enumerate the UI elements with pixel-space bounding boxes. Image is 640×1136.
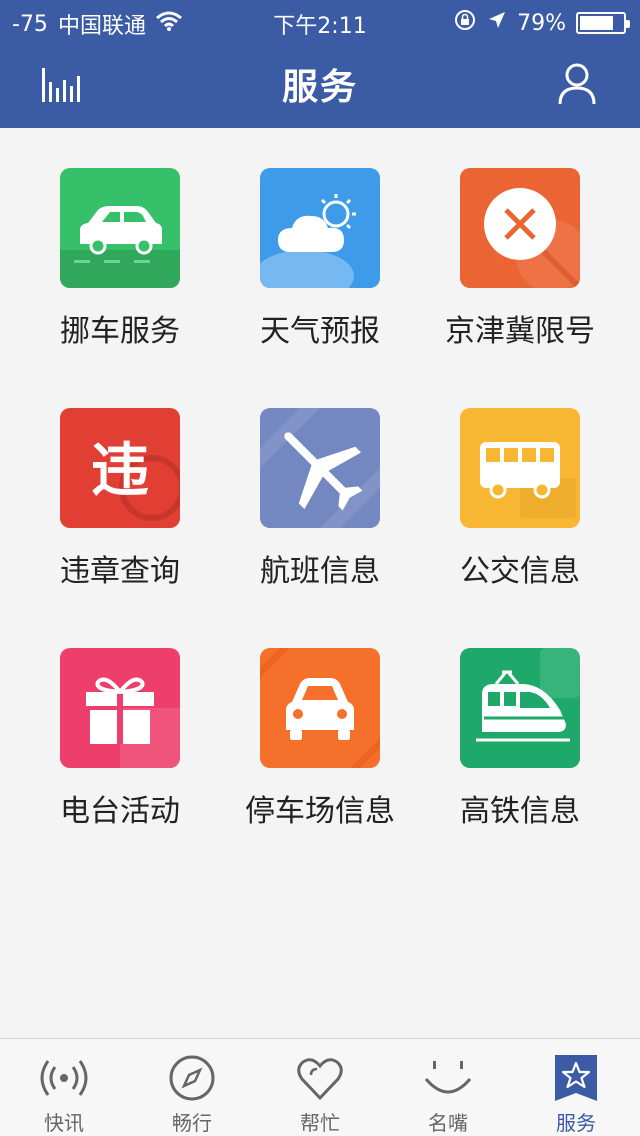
- tab-label: 快讯: [44, 1111, 84, 1135]
- service-car-moving[interactable]: 挪车服务: [20, 128, 220, 349]
- service-violation[interactable]: 违 违章查询: [20, 368, 220, 589]
- violation-icon: 违: [60, 408, 180, 528]
- tab-traffic[interactable]: 畅行: [128, 1039, 256, 1136]
- location-arrow-icon: [487, 10, 507, 36]
- service-parking[interactable]: 停车场信息: [220, 608, 420, 829]
- service-label: 京津冀限号: [445, 314, 595, 349]
- close-circle-icon: [460, 168, 580, 288]
- battery-icon: [576, 12, 630, 34]
- violation-glyph: 违: [91, 436, 149, 504]
- top-bar: -75 中国联通 下午2:11 79% 服务: [0, 0, 640, 128]
- service-flight[interactable]: 航班信息: [220, 368, 420, 589]
- service-label: 违章查询: [60, 554, 180, 589]
- tab-help[interactable]: 帮忙: [256, 1039, 384, 1136]
- tab-services[interactable]: 服务: [512, 1039, 640, 1136]
- page-title: 服务: [281, 67, 358, 108]
- bus-icon: [460, 408, 580, 528]
- tab-news[interactable]: 快讯: [0, 1039, 128, 1136]
- service-bus[interactable]: 公交信息: [420, 368, 620, 589]
- status-bar: -75 中国联通 下午2:11 79%: [0, 0, 640, 40]
- rotation-lock-icon: [453, 8, 477, 38]
- services-grid: 挪车服务 天气预报 京津冀限号 违 违章查询 航班信息 公交信息 电台活动 停车…: [0, 128, 640, 1038]
- service-weather[interactable]: 天气预报: [220, 128, 420, 349]
- compass-icon: [167, 1053, 217, 1103]
- service-label: 停车场信息: [245, 794, 395, 829]
- battery-fill: [580, 16, 614, 30]
- service-label: 公交信息: [460, 554, 580, 589]
- cloud-sun-icon: [260, 168, 380, 288]
- service-label: 天气预报: [260, 314, 380, 349]
- train-icon: [460, 648, 580, 768]
- service-label: 电台活动: [60, 794, 180, 829]
- parking-car-icon: [260, 648, 380, 768]
- service-plate-restriction[interactable]: 京津冀限号: [420, 128, 620, 349]
- user-icon: [558, 63, 596, 105]
- tab-label: 服务: [556, 1111, 596, 1135]
- tab-label: 帮忙: [300, 1111, 340, 1135]
- car-icon: [60, 168, 180, 288]
- service-label: 高铁信息: [460, 794, 580, 829]
- tab-hosts[interactable]: 名嘴: [384, 1039, 512, 1136]
- profile-button[interactable]: [558, 62, 596, 106]
- airplane-icon: [260, 408, 380, 528]
- service-radio-events[interactable]: 电台活动: [20, 608, 220, 829]
- battery-percent: 79%: [517, 10, 566, 36]
- service-high-speed-rail[interactable]: 高铁信息: [420, 608, 620, 829]
- tab-label: 名嘴: [428, 1111, 468, 1135]
- service-label: 航班信息: [260, 554, 380, 589]
- tab-label: 畅行: [172, 1111, 212, 1135]
- nav-bar: 服务: [0, 40, 640, 128]
- broadcast-icon: [39, 1053, 89, 1103]
- status-right: 79%: [453, 8, 630, 38]
- smile-icon: [423, 1053, 473, 1103]
- heart-icon: [295, 1053, 345, 1103]
- service-label: 挪车服务: [60, 314, 180, 349]
- star-badge-icon: [551, 1053, 601, 1103]
- tab-bar: 快讯 畅行 帮忙 名嘴 服务: [0, 1038, 640, 1136]
- gift-icon: [60, 648, 180, 768]
